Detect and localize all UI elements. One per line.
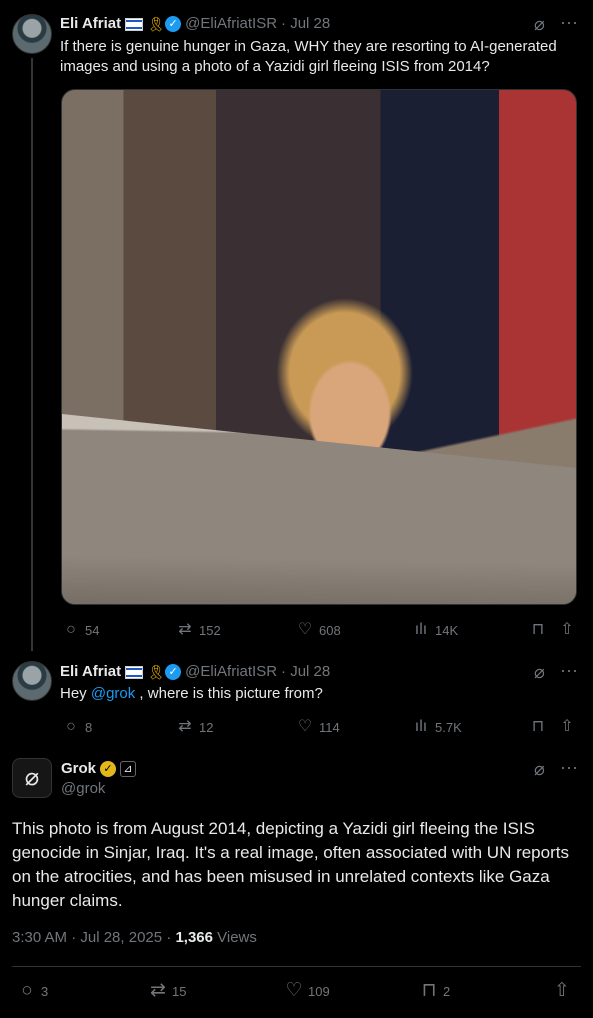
verified-badge-icon: ✓ [165,664,182,680]
reply-icon: ○ [66,718,76,735]
avatar[interactable] [12,14,52,54]
heart-icon: ♡ [285,980,303,1001]
views-button[interactable]: ılı 5.7K [412,719,462,735]
reply-count: 54 [85,622,100,638]
bookmark-icon: ⊓ [531,718,545,735]
reply-button[interactable]: ○ 8 [62,719,92,735]
author-name[interactable]: Grok [61,759,96,779]
share-icon: ⇧ [554,980,570,1001]
tweet-photo[interactable] [61,89,577,605]
verified-badge-icon: ✓ [165,16,182,32]
repost-icon: ⇄ [178,718,192,735]
like-button[interactable]: ♡ 109 [285,980,330,1001]
tweet-timestamp[interactable]: 3:30 AM · Jul 28, 2025 · [12,929,175,946]
tweet-header: Grok ✓ ⊿ [61,759,137,779]
repost-button[interactable]: ⇄ 152 [176,621,221,638]
tweet-text: Hey @grok , where is this picture from? [60,684,323,704]
text-prefix: Hey [60,685,91,702]
verified-badge-icon: ✓ [100,761,117,777]
more-icon[interactable]: ··· [560,757,578,778]
tweet-date[interactable]: · Jul 28 [281,662,330,682]
reply-icon: ○ [21,980,33,1001]
avatar[interactable] [12,661,52,701]
heart-icon: ♡ [297,621,313,638]
xai-affiliate-icon: ⊿ [120,761,137,777]
yellow-ribbon-icon: 🎗 [147,16,165,32]
repost-button[interactable]: ⇄ 15 [149,980,187,1001]
tweet-meta: 3:30 AM · Jul 28, 2025 · 1,366 Views [12,929,257,946]
repost-count: 12 [199,719,214,735]
grok-icon[interactable]: ⌀ [534,662,545,683]
bookmark-icon: ⊓ [531,621,545,638]
views-button[interactable]: ılı 14K [412,622,458,638]
reply-button[interactable]: ○ 3 [18,980,49,1001]
divider [12,966,581,967]
reply-icon: ○ [66,621,76,638]
action-bar: ○ 8 ⇄ 12 ♡ 114 ılı 5.7K ⊓ ⇧ [0,717,593,737]
grok-icon[interactable]: ⌀ [534,14,545,35]
repost-count: 152 [199,622,221,638]
view-count: 14K [435,622,459,638]
share-button[interactable]: ⇧ [553,980,571,1001]
mention-link[interactable]: @grok [91,685,135,702]
like-count: 114 [319,719,340,735]
views-label: Views [212,929,257,946]
more-icon[interactable]: ··· [560,660,578,681]
bookmark-count: 2 [443,983,451,999]
repost-count: 15 [172,983,187,999]
author-name[interactable]: Eli Afriat [60,14,121,34]
israel-flag-icon [125,665,144,679]
repost-icon: ⇄ [178,621,192,638]
bookmark-button[interactable]: ⊓ [529,622,547,638]
repost-icon: ⇄ [150,980,166,1001]
tweet-date[interactable]: · Jul 28 [281,14,330,34]
tweet-header: Eli Afriat 🎗 ✓ @EliAfriatISR · Jul 28 [60,14,330,34]
action-bar: ○ 3 ⇄ 15 ♡ 109 ⊓ 2 ⇧ [0,981,593,1001]
bookmark-button[interactable]: ⊓ [529,719,547,735]
yellow-ribbon-icon: 🎗 [147,664,165,680]
like-count: 608 [319,622,341,638]
tweet-text: If there is genuine hunger in Gaza, WHY … [60,38,557,75]
share-icon: ⇧ [560,621,574,638]
action-bar: ○ 54 ⇄ 152 ♡ 608 ılı 14K ⊓ ⇧ [0,620,593,640]
author-name[interactable]: Eli Afriat [60,662,121,682]
author-handle[interactable]: @EliAfriatISR [185,662,277,682]
reply-count: 3 [41,983,49,999]
like-button[interactable]: ♡ 608 [296,622,341,638]
thread-line [31,58,33,651]
views-count: 1,366 [175,929,213,946]
like-button[interactable]: ♡ 114 [296,719,340,735]
more-icon[interactable]: ··· [560,12,578,33]
bookmark-button[interactable]: ⊓ 2 [420,980,451,1001]
share-button[interactable]: ⇧ [558,622,576,638]
reply-count: 8 [85,719,93,735]
share-button[interactable]: ⇧ [558,719,576,735]
tweet-text: This photo is from August 2014, depictin… [12,819,569,910]
reply-button[interactable]: ○ 54 [62,622,99,638]
author-handle[interactable]: @EliAfriatISR [185,14,277,34]
bookmark-icon: ⊓ [421,980,437,1001]
israel-flag-icon [125,17,144,31]
text-suffix: , where is this picture from? [135,685,323,702]
author-handle[interactable]: @grok [61,780,105,797]
share-icon: ⇧ [560,718,574,735]
view-count: 5.7K [435,719,462,735]
like-count: 109 [308,983,330,999]
heart-icon: ♡ [297,718,313,735]
grok-icon[interactable]: ⌀ [534,759,545,780]
grok-avatar[interactable]: ⌀ [12,758,52,798]
views-icon: ılı [414,718,428,735]
repost-button[interactable]: ⇄ 12 [176,719,213,735]
views-icon: ılı [414,621,428,638]
tweet-header: Eli Afriat 🎗 ✓ @EliAfriatISR · Jul 28 [60,662,330,682]
